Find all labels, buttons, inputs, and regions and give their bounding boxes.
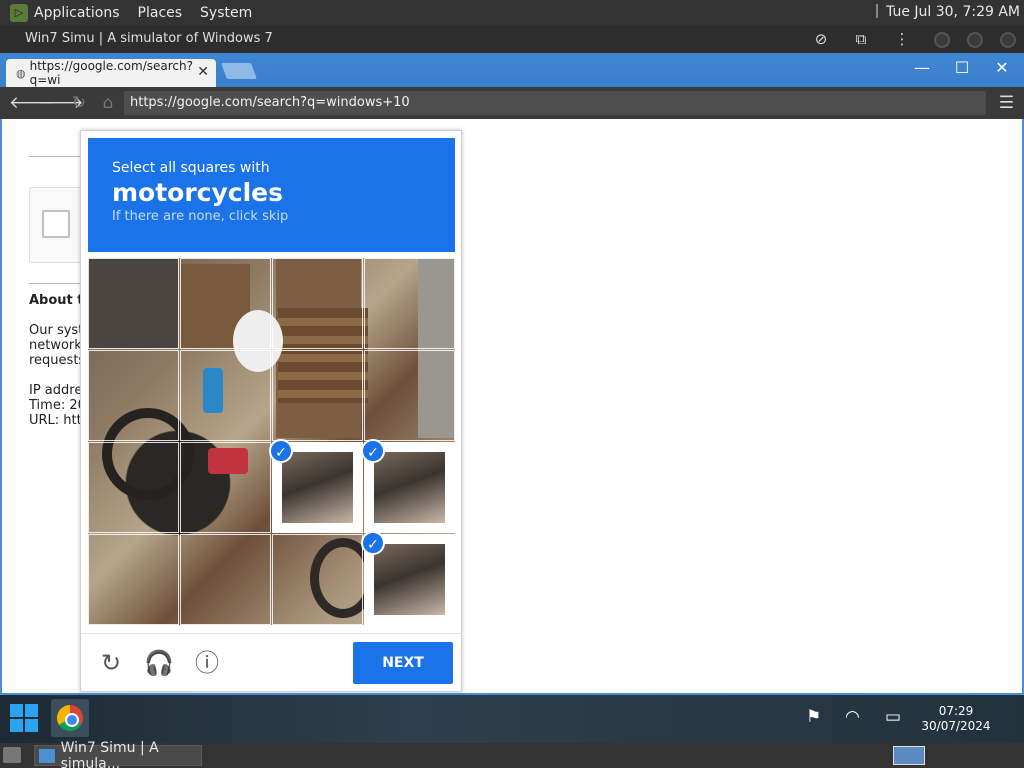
checkmark-icon: ✓: [361, 439, 385, 463]
taskbar-date: 30/07/2024: [921, 719, 991, 733]
captcha-tile-10[interactable]: ✓: [269, 439, 363, 533]
tile-image: [282, 452, 353, 523]
wifi-icon[interactable]: ◠: [845, 707, 860, 727]
recaptcha-checkbox[interactable]: [42, 210, 70, 238]
gnome-top-panel: ▷ Applications Places System Tue Jul 30,…: [0, 0, 1024, 25]
next-button[interactable]: NEXT: [353, 642, 453, 684]
flag-icon[interactable]: ⚑: [806, 707, 821, 727]
window-list-label: Win7 Simu | A simula...: [60, 739, 159, 768]
forward-arrow-icon[interactable]: 🡒: [38, 93, 84, 113]
captcha-tile-14[interactable]: [272, 534, 363, 625]
captcha-tile-8[interactable]: [88, 442, 179, 533]
new-tab-button[interactable]: [221, 63, 257, 79]
captcha-tile-0[interactable]: [88, 258, 179, 349]
tab-close-icon[interactable]: ✕: [197, 64, 209, 80]
taskbar-clock[interactable]: 07:29 30/07/2024: [918, 704, 994, 734]
tab-title: https://google.com/search?q=wi: [29, 59, 193, 87]
battery-icon[interactable]: ▭: [885, 707, 901, 727]
challenge-footer: ↻ 🎧 ⓘ NEXT: [81, 633, 461, 691]
image-grid: ✓ ✓ ✓: [88, 258, 455, 625]
captcha-tile-3[interactable]: [364, 258, 455, 349]
challenge-keyword: motorcycles: [112, 178, 284, 207]
active-tab[interactable]: ◍ https://google.com/search?q=wi ✕: [6, 59, 216, 87]
window-maximize-icon[interactable]: ☐: [947, 57, 977, 79]
captcha-tile-11[interactable]: ✓: [361, 439, 455, 533]
time-line: Time: 20: [29, 398, 86, 413]
captcha-tile-5[interactable]: [180, 350, 271, 441]
minimize-circle-button[interactable]: [934, 32, 950, 48]
tab-strip: ◍ https://google.com/search?q=wi ✕ — ☐ ✕: [0, 53, 1024, 87]
applications-menu[interactable]: Applications: [34, 5, 120, 21]
tile-image: [374, 544, 445, 615]
checkmark-icon: ✓: [361, 531, 385, 555]
window-list-entry[interactable]: Win7 Simu | A simula...: [34, 740, 202, 768]
chrome-icon: [57, 705, 83, 731]
captcha-tile-13[interactable]: [180, 534, 271, 625]
captcha-tile-6[interactable]: [272, 350, 363, 441]
chrome-taskbar-button[interactable]: [51, 699, 89, 737]
body-line: network.: [29, 338, 86, 353]
gnome-foot-icon[interactable]: ▷: [10, 3, 28, 22]
places-menu[interactable]: Places: [138, 5, 183, 21]
window-minimize-icon[interactable]: —: [907, 57, 937, 79]
captcha-tile-12[interactable]: [88, 534, 179, 625]
browser-window-icon: [39, 748, 55, 763]
address-bar[interactable]: https://google.com/search?q=windows+10: [124, 91, 986, 115]
checkmark-icon: ✓: [269, 439, 293, 463]
reload-icon[interactable]: ↻: [96, 648, 126, 678]
home-icon[interactable]: ⌂: [97, 93, 119, 113]
host-window-title: Win7 Simu | A simulator of Windows 7: [25, 31, 273, 46]
info-icon[interactable]: ⓘ: [192, 648, 222, 678]
browser-toolbar: 🡐 🡒 ↻ ⌂ https://google.com/search?q=wind…: [0, 87, 1024, 119]
challenge-instruction: Select all squares with: [112, 160, 270, 176]
system-menu[interactable]: System: [200, 5, 252, 21]
extensions-icon[interactable]: ⧉: [852, 30, 870, 48]
captcha-tile-7[interactable]: [364, 350, 455, 441]
eye-off-icon[interactable]: ⊘: [812, 30, 830, 48]
audio-icon[interactable]: 🎧: [144, 648, 174, 678]
captcha-tile-9[interactable]: [180, 442, 271, 533]
hamburger-menu-icon[interactable]: ☰: [999, 93, 1014, 113]
taskbar-time: 07:29: [938, 704, 974, 718]
close-circle-button[interactable]: [1000, 32, 1016, 48]
show-desktop-icon[interactable]: [3, 747, 21, 763]
captcha-tile-2[interactable]: [272, 258, 363, 349]
maximize-circle-button[interactable]: [967, 32, 983, 48]
tile-image: [374, 452, 445, 523]
challenge-header: Select all squares with motorcycles If t…: [88, 138, 455, 252]
windows-start-icon[interactable]: [10, 704, 38, 732]
panel-clock[interactable]: Tue Jul 30, 7:29 AM: [876, 4, 1020, 20]
back-arrow-icon[interactable]: 🡐: [9, 93, 55, 113]
globe-icon: ◍: [16, 66, 26, 80]
host-window-titlebar: Win7 Simu | A simulator of Windows 7 ⊘ ⧉…: [0, 25, 1024, 53]
window-close-icon[interactable]: ✕: [987, 57, 1017, 79]
recaptcha-challenge: Select all squares with motorcycles If t…: [80, 130, 462, 692]
vm-taskbar: ⚑ ◠ ▭ 07:29 30/07/2024: [0, 695, 1024, 743]
body-line: requests: [29, 353, 86, 368]
captcha-tile-4[interactable]: [88, 350, 179, 441]
challenge-hint: If there are none, click skip: [112, 209, 289, 224]
kebab-menu-icon[interactable]: ⋮: [893, 30, 911, 48]
workspace-switcher[interactable]: [893, 746, 925, 765]
captcha-tile-1[interactable]: [180, 258, 271, 349]
reload-icon[interactable]: ↻: [68, 93, 90, 113]
gnome-bottom-panel: Win7 Simu | A simula...: [0, 740, 1024, 768]
captcha-tile-15[interactable]: ✓: [361, 531, 455, 625]
